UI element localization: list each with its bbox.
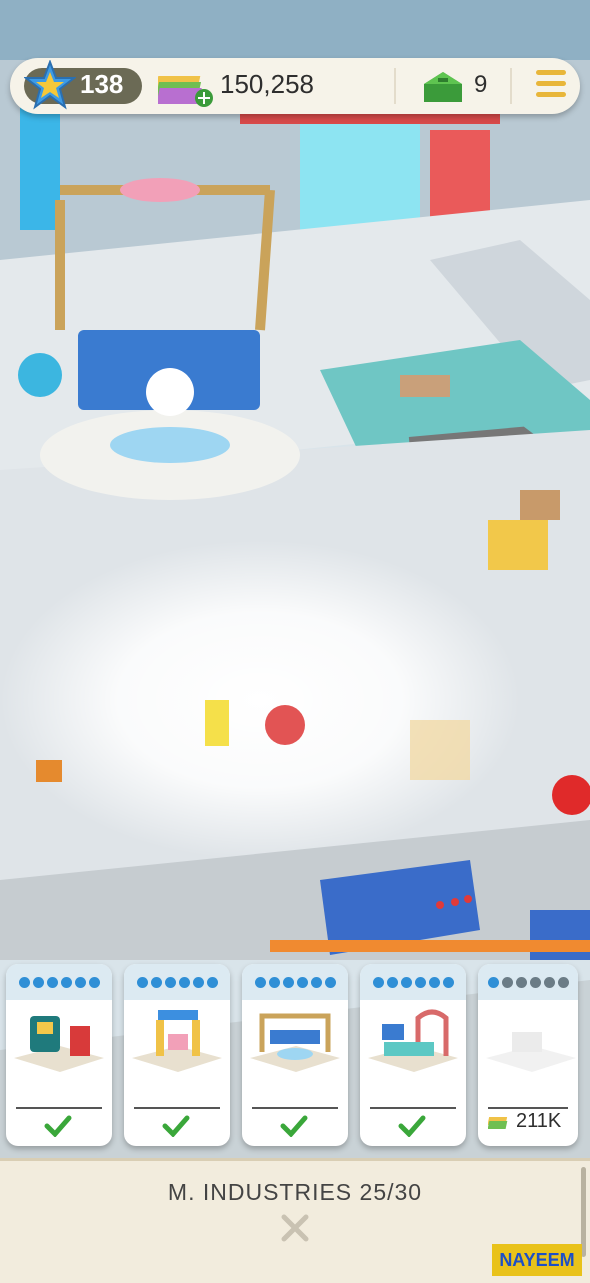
hud-divider xyxy=(510,68,512,104)
arch-console-thumbnail xyxy=(368,1009,458,1072)
card-divider xyxy=(16,1107,102,1109)
close-icon[interactable] xyxy=(278,1211,312,1245)
card-divider xyxy=(488,1107,568,1109)
star-badge-icon xyxy=(24,60,76,110)
watermark-logo: NAYEEM xyxy=(492,1244,582,1276)
hud-divider xyxy=(394,68,396,104)
checkmark-icon xyxy=(398,1115,426,1137)
industry-progress-title: M. INDUSTRIES 25/30 xyxy=(167,1179,423,1205)
checkmark-icon xyxy=(162,1115,190,1137)
crane-assembly-thumbnail xyxy=(132,1010,222,1072)
robot-display-thumbnail xyxy=(250,1013,340,1072)
robot-printer-thumbnail xyxy=(14,1016,104,1072)
menu-icon[interactable] xyxy=(536,70,566,102)
progress-dots xyxy=(478,964,578,1000)
progress-dots xyxy=(6,964,112,1000)
station-card-2[interactable] xyxy=(124,964,230,1146)
progress-dots xyxy=(242,964,348,1000)
cash-value: 150,258 xyxy=(220,69,314,99)
green-house-icon[interactable] xyxy=(420,68,466,106)
station-card-locked[interactable]: 211K xyxy=(478,964,578,1146)
checkmark-icon xyxy=(280,1115,308,1137)
card-divider xyxy=(134,1107,220,1109)
checkmark-icon xyxy=(44,1115,72,1137)
station-card-1[interactable] xyxy=(6,964,112,1146)
gem-value: 9 xyxy=(474,71,488,98)
level-value: 138 xyxy=(80,69,124,99)
locked-station-thumbnail xyxy=(486,1032,576,1072)
station-card-4[interactable] xyxy=(360,964,466,1146)
progress-dots xyxy=(124,964,230,1000)
unlock-price: 211K xyxy=(516,1110,562,1132)
watermark-text: NAYEEM xyxy=(499,1249,575,1270)
progress-dots xyxy=(360,964,466,1000)
station-card-3[interactable] xyxy=(242,964,348,1146)
top-hud: 138 150,258 9 xyxy=(10,58,580,114)
cash-stack-icon[interactable] xyxy=(158,68,216,108)
card-divider xyxy=(370,1107,456,1109)
card-divider xyxy=(252,1107,338,1109)
cash-stack-icon xyxy=(488,1117,508,1129)
